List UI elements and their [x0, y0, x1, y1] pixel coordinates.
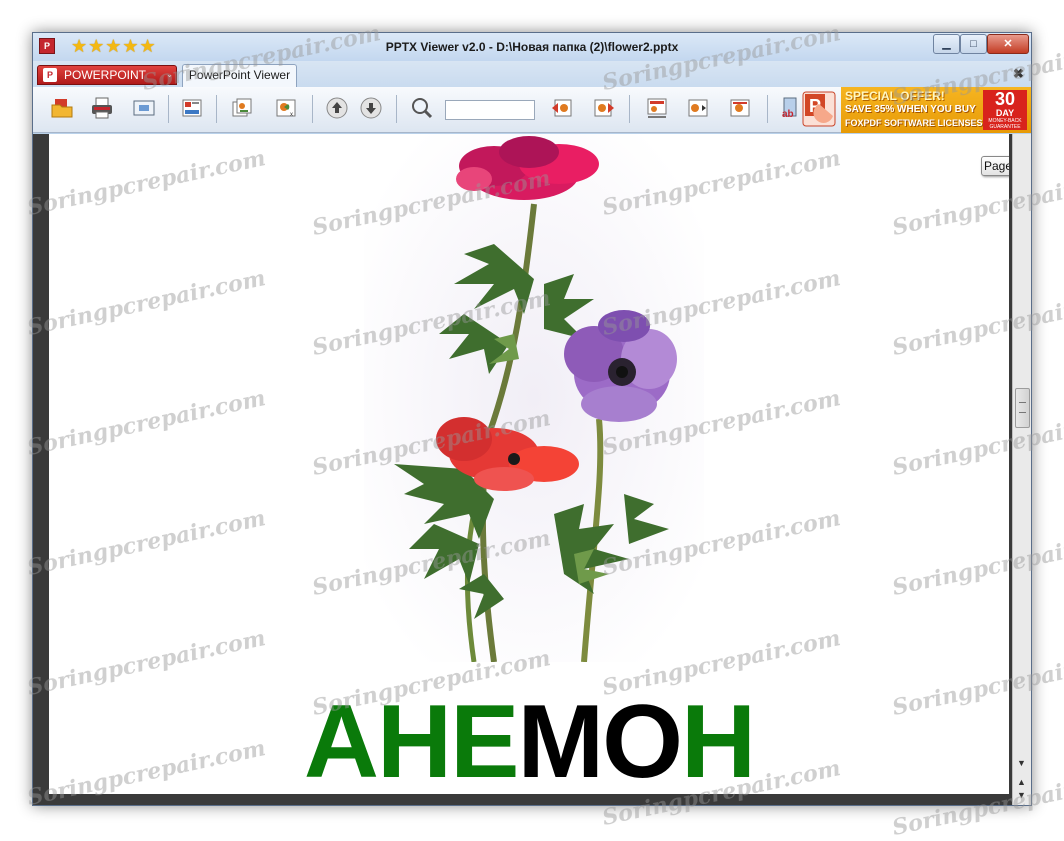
powerpoint-logo-icon: P	[802, 91, 836, 127]
slide-next-button[interactable]	[725, 93, 755, 123]
close-window-button[interactable]: ✕	[987, 34, 1029, 54]
toolbar-separator	[767, 95, 768, 123]
toolbar: x ab P SPECIAL OFFER! SAVE 35% WHEN YOU …	[33, 87, 1031, 133]
abc-icon: ab	[782, 97, 797, 119]
ad-headline: SPECIAL OFFER!	[845, 89, 945, 103]
slide-copy-button[interactable]	[227, 93, 257, 123]
title-bar[interactable]: P ★★★★★ PPTX Viewer v2.0 - D:\Новая папк…	[33, 33, 1031, 61]
svg-text:x: x	[290, 112, 293, 118]
app-window: P ★★★★★ PPTX Viewer v2.0 - D:\Новая папк…	[32, 32, 1032, 806]
toolbar-separator	[629, 95, 630, 123]
magnifier-icon	[412, 98, 433, 119]
toolbar-separator	[312, 95, 313, 123]
arrow-down-icon	[360, 97, 382, 119]
fullscreen-button[interactable]	[129, 93, 159, 123]
scrollbar-thumb[interactable]	[1015, 388, 1030, 428]
first-slide-button[interactable]	[547, 93, 577, 123]
slide-layout-icon	[647, 98, 667, 118]
close-tab-icon[interactable]: ✖	[1013, 66, 1024, 82]
fullscreen-icon	[133, 100, 155, 116]
maximize-button[interactable]: □	[960, 34, 987, 54]
grip-icon	[1019, 402, 1026, 413]
powerpoint-logo-button[interactable]: P	[801, 90, 837, 128]
print-button[interactable]	[87, 93, 117, 123]
print-icon	[92, 97, 112, 119]
app-menu-label: POWERPOINT	[64, 68, 147, 82]
ad-product: FOXPDF SOFTWARE LICENSES.	[845, 118, 986, 128]
ad-offer: SAVE 35% WHEN YOU BUY	[845, 104, 976, 115]
search-input[interactable]	[445, 100, 535, 120]
next-slide-button[interactable]	[356, 93, 386, 123]
guarantee-badge: 30 DAY MONEY-BACK GUARANTEE	[983, 90, 1027, 130]
slide-export-button[interactable]: x	[271, 93, 301, 123]
slide-prev-icon	[688, 99, 708, 117]
tab-bar: P POWERPOINT ⌄ PowerPoint Viewer ✖	[33, 61, 1031, 87]
minimize-button[interactable]: ▁	[933, 34, 960, 54]
slide-export-icon: x	[276, 99, 296, 118]
arrow-up-icon	[326, 97, 348, 119]
special-offer-banner[interactable]: SPECIAL OFFER! SAVE 35% WHEN YOU BUY FOX…	[841, 87, 1031, 133]
bottom-border	[33, 794, 1012, 805]
previous-slide-button[interactable]	[322, 93, 352, 123]
toolbar-separator	[168, 95, 169, 123]
open-pptx-icon	[51, 99, 73, 118]
open-file-button[interactable]	[47, 93, 77, 123]
slide-prev-button[interactable]	[683, 93, 713, 123]
search-button[interactable]	[407, 93, 437, 123]
slide-next-icon	[730, 99, 750, 117]
next-page-icon[interactable]: ▼	[1017, 790, 1026, 800]
slide-title-word: АНЕМОН	[49, 686, 1009, 794]
toolbar-separator	[396, 95, 397, 123]
first-slide-icon	[552, 99, 572, 117]
badge-number: 30	[994, 89, 1016, 109]
chevron-down-icon: ⌄	[166, 70, 173, 79]
word-part-green-end: Н	[681, 684, 756, 794]
slide-view-icon	[182, 99, 202, 117]
last-slide-icon	[594, 99, 614, 117]
slide-canvas: АНЕМОН Page 6	[49, 134, 1009, 794]
badge-day: DAY	[995, 108, 1015, 118]
page-indicator: Page 6	[981, 156, 1009, 176]
toolbar-separator	[216, 95, 217, 123]
prev-page-icon[interactable]: ▲	[1017, 777, 1026, 787]
slide-layout-button[interactable]	[642, 93, 672, 123]
last-slide-button[interactable]	[589, 93, 619, 123]
badge-guarantee: MONEY-BACK GUARANTEE	[988, 118, 1022, 130]
word-part-green: АНЕ	[303, 684, 520, 794]
scroll-down-icon[interactable]: ▼	[1017, 758, 1026, 768]
slide-copy-icon	[232, 98, 252, 117]
vertical-scrollbar[interactable]: ▼ ▲ ▼	[1012, 134, 1031, 805]
powerpoint-icon: P	[43, 68, 57, 82]
window-title: PPTX Viewer v2.0 - D:\Новая папка (2)\fl…	[385, 40, 679, 54]
svg-text:ab: ab	[782, 109, 794, 119]
slide-view-button[interactable]	[177, 93, 207, 123]
anemone-illustration	[364, 134, 704, 662]
document-area[interactable]: АНЕМОН Page 6	[33, 134, 1012, 794]
app-menu-button[interactable]: P POWERPOINT ⌄	[37, 65, 177, 85]
word-part-black: МО	[517, 684, 683, 794]
tab-powerpoint-viewer[interactable]: PowerPoint Viewer	[182, 64, 297, 87]
